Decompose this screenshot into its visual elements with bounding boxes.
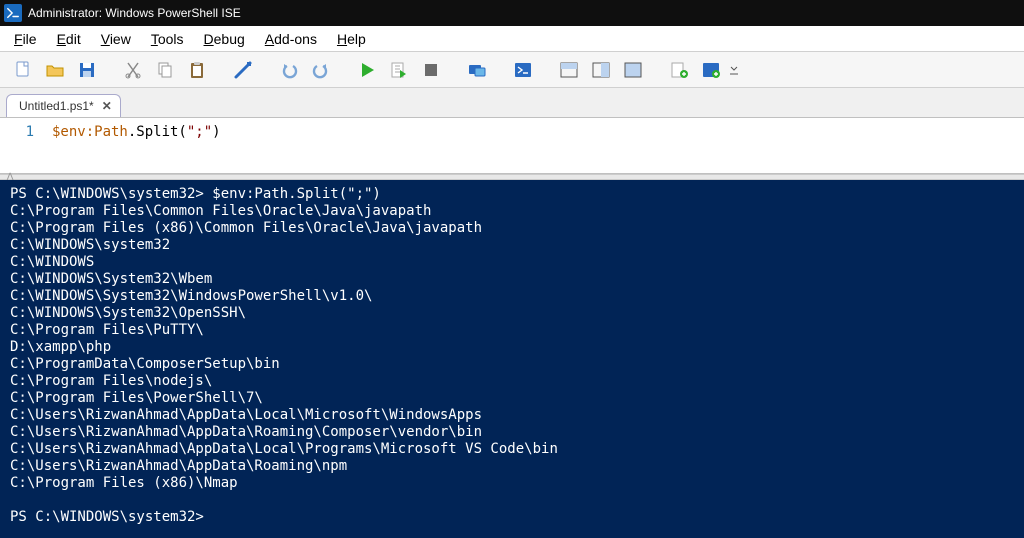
console-prompt[interactable]: PS C:\WINDOWS\system32> bbox=[10, 509, 212, 525]
stop-button[interactable] bbox=[416, 56, 446, 84]
toolbar-overflow-button[interactable] bbox=[728, 56, 740, 84]
show-script-right-button[interactable] bbox=[586, 56, 616, 84]
new-file-button[interactable] bbox=[8, 56, 38, 84]
show-script-max-button[interactable] bbox=[618, 56, 648, 84]
token-string: ";" bbox=[187, 124, 212, 140]
console-prompt-line: PS C:\WINDOWS\system32> $env:Path.Split(… bbox=[10, 186, 381, 202]
token-call: .Split( bbox=[128, 124, 187, 140]
line-number-gutter: 1 bbox=[0, 118, 44, 173]
tab-label: Untitled1.ps1* bbox=[19, 99, 94, 113]
clear-console-button[interactable] bbox=[228, 56, 258, 84]
show-command-button[interactable] bbox=[696, 56, 726, 84]
toolbar bbox=[0, 52, 1024, 88]
menu-view[interactable]: View bbox=[93, 29, 139, 49]
menu-file[interactable]: File bbox=[6, 29, 45, 49]
cut-button[interactable] bbox=[118, 56, 148, 84]
code-area[interactable]: $env:Path.Split(";") bbox=[44, 118, 1024, 173]
menu-help[interactable]: Help bbox=[329, 29, 374, 49]
token-variable: $env:Path bbox=[52, 124, 128, 140]
editor-tab[interactable]: Untitled1.ps1* ✕ bbox=[6, 94, 121, 117]
script-editor[interactable]: 1 $env:Path.Split(";") bbox=[0, 118, 1024, 174]
redo-button[interactable] bbox=[306, 56, 336, 84]
menubar: File Edit View Tools Debug Add-ons Help bbox=[0, 26, 1024, 52]
run-script-button[interactable] bbox=[352, 56, 382, 84]
window-title: Administrator: Windows PowerShell ISE bbox=[28, 6, 241, 20]
run-selection-button[interactable] bbox=[384, 56, 414, 84]
remote-button[interactable] bbox=[462, 56, 492, 84]
console-output: C:\Program Files\Common Files\Oracle\Jav… bbox=[10, 203, 558, 491]
copy-button[interactable] bbox=[150, 56, 180, 84]
close-tab-icon[interactable]: ✕ bbox=[102, 99, 112, 113]
menu-debug[interactable]: Debug bbox=[196, 29, 253, 49]
window-titlebar: Administrator: Windows PowerShell ISE bbox=[0, 0, 1024, 26]
line-number: 1 bbox=[0, 124, 34, 140]
token-end: ) bbox=[212, 124, 220, 140]
command-addon-button[interactable] bbox=[664, 56, 694, 84]
editor-tabstrip: Untitled1.ps1* ✕ bbox=[0, 88, 1024, 118]
save-button[interactable] bbox=[72, 56, 102, 84]
show-script-top-button[interactable] bbox=[554, 56, 584, 84]
menu-addons[interactable]: Add-ons bbox=[257, 29, 325, 49]
undo-button[interactable] bbox=[274, 56, 304, 84]
menu-tools[interactable]: Tools bbox=[143, 29, 192, 49]
powershell-app-icon bbox=[4, 4, 22, 22]
powershell-tab-button[interactable] bbox=[508, 56, 538, 84]
open-file-button[interactable] bbox=[40, 56, 70, 84]
menu-edit[interactable]: Edit bbox=[49, 29, 89, 49]
paste-button[interactable] bbox=[182, 56, 212, 84]
console-pane[interactable]: PS C:\WINDOWS\system32> $env:Path.Split(… bbox=[0, 180, 1024, 538]
